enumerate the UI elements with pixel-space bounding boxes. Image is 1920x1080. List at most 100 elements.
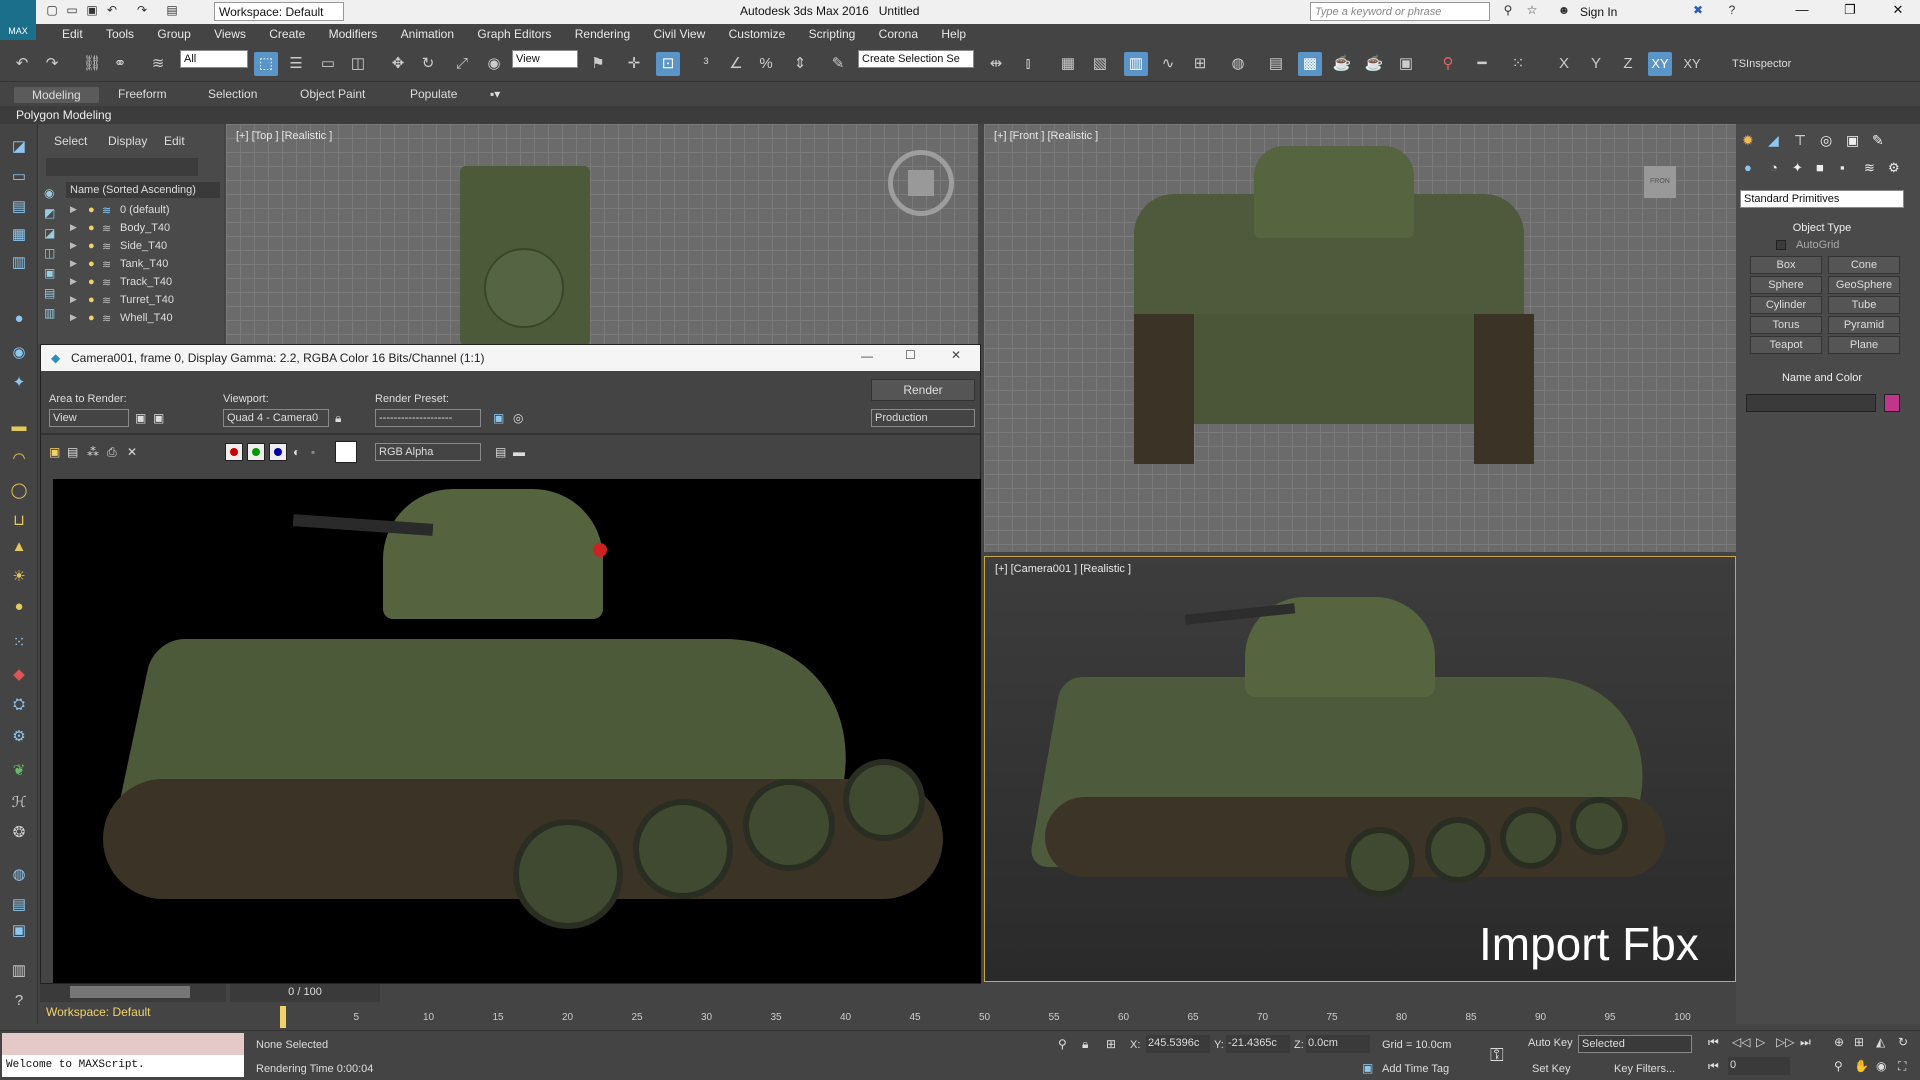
pan-icon[interactable]: ✋ [1854, 1059, 1869, 1073]
time-tag-icon[interactable]: ▣ [1362, 1061, 1373, 1075]
menu-help[interactable]: Help [931, 24, 976, 41]
motion-icon[interactable]: ▦ [8, 224, 30, 246]
polygon-modeling-label[interactable]: Polygon Modeling [16, 108, 111, 122]
filter-warps-icon[interactable]: ▥ [44, 306, 55, 320]
spinner-snap-icon[interactable]: ⇕ [788, 52, 812, 76]
lock-selection-icon[interactable]: 🔒︎ [1082, 1037, 1088, 1052]
user-icon[interactable]: ☻ [1556, 3, 1572, 19]
rect-selection-icon[interactable]: ▭ [316, 52, 340, 76]
render-preset-dropdown[interactable]: -------------------- [375, 409, 481, 427]
select-manipulate-icon[interactable]: ✛ [622, 52, 646, 76]
maxscript-listener-top[interactable] [2, 1033, 244, 1055]
box-button[interactable]: Box [1750, 256, 1822, 274]
viewport-dropdown[interactable]: Quad 4 - Camera0 [223, 409, 329, 427]
absolute-mode-icon[interactable]: ⊞ [1106, 1037, 1116, 1051]
current-frame-marker[interactable] [280, 1006, 286, 1028]
search-input[interactable]: Type a keyword or phrase [1310, 2, 1490, 21]
print-icon[interactable]: ⎙ [107, 445, 117, 460]
edit-named-sel-icon[interactable]: ✎ [826, 52, 850, 76]
key-icon[interactable]: ⚿ [1490, 1045, 1504, 1066]
object-color-swatch[interactable] [1884, 394, 1900, 412]
axis-y-button[interactable]: Y [1584, 52, 1608, 76]
spacewarps-icon[interactable]: ≋ [1864, 160, 1875, 176]
modify-icon[interactable]: ▭ [8, 166, 30, 188]
layer-row[interactable]: ▶ ● ≋ Body_T40 [66, 220, 220, 238]
y-coordinate-field[interactable]: -21.4365c [1226, 1035, 1290, 1053]
area-to-render-dropdown[interactable]: View [49, 409, 129, 427]
cylinder-button[interactable]: Cylinder [1750, 296, 1822, 314]
visibility-bulb-icon[interactable]: ● [88, 312, 95, 324]
blue-channel-toggle[interactable] [269, 443, 287, 461]
expand-arrow-icon[interactable]: ▶ [70, 222, 77, 233]
bind-spacewarp-icon[interactable]: ≋ [146, 52, 170, 76]
mirror-icon[interactable]: ⇹ [984, 52, 1008, 76]
visibility-bulb-icon[interactable]: ● [88, 222, 95, 234]
pyramid-button[interactable]: Pyramid [1828, 316, 1900, 334]
window-crossing-icon[interactable]: ◫ [346, 52, 370, 76]
display-icon[interactable]: ▥ [8, 252, 30, 274]
sphere-button[interactable]: Sphere [1750, 276, 1822, 294]
gear-icon[interactable]: ⚙ [8, 726, 30, 748]
menu-rendering[interactable]: Rendering [565, 24, 640, 41]
menu-edit[interactable]: Edit [52, 24, 93, 41]
lights-icon[interactable]: ✦ [1792, 160, 1803, 176]
menu-animation[interactable]: Animation [391, 24, 464, 41]
x-coordinate-field[interactable]: 245.5396c [1146, 1035, 1210, 1053]
mono-toggle-icon[interactable]: ▪ [311, 445, 315, 459]
object-name-input[interactable] [1746, 394, 1876, 412]
undo-icon[interactable]: ↶ [104, 3, 120, 19]
layer-row[interactable]: ▶ ● ≋ Tank_T40 [66, 256, 220, 274]
render-production-icon[interactable]: ☕ [1330, 52, 1354, 76]
z-coordinate-field[interactable]: 0.0cm [1306, 1035, 1370, 1053]
sign-in-button[interactable]: Sign In [1580, 5, 1617, 19]
scene-scrollbar[interactable] [40, 984, 226, 1002]
motion-tab-icon[interactable]: ◎ [1820, 132, 1832, 149]
zoom-all-icon[interactable]: ⊞ [1854, 1035, 1864, 1049]
particles-icon[interactable]: ⁙ [8, 632, 30, 654]
bowl-icon[interactable]: ⊔ [8, 510, 30, 532]
menu-civil-view[interactable]: Civil View [643, 24, 715, 41]
axis-xy-button[interactable]: XY [1648, 52, 1672, 76]
modify-tab-icon[interactable]: ◢ [1768, 132, 1779, 149]
app-logo[interactable]: MAX [0, 0, 36, 40]
binoculars-icon[interactable]: ⚲ [1500, 3, 1516, 19]
environment-icon[interactable]: ◎ [513, 411, 523, 425]
shape-icon[interactable]: ▬ [8, 416, 30, 438]
timeline-track[interactable]: 5 10 15 20 25 30 35 40 45 50 55 60 65 70 75 80 85 90 95 100 [224, 1004, 1696, 1030]
help-circle-icon[interactable]: ? [8, 990, 30, 1012]
shapes-icon[interactable]: ◔ [1770, 160, 1778, 175]
rotate-icon[interactable]: ↻ [416, 52, 440, 76]
expand-arrow-icon[interactable]: ▶ [70, 276, 77, 287]
add-time-tag-button[interactable]: Add Time Tag [1382, 1063, 1449, 1075]
viewport-camera-label[interactable]: [+] [Camera001 ] [Realistic ] [995, 563, 1131, 575]
render-activeshade-icon[interactable]: ▣ [1394, 52, 1418, 76]
expand-arrow-icon[interactable]: ▶ [70, 294, 77, 305]
render-iterative-icon[interactable]: ☕ [1362, 52, 1386, 76]
helpers-icon[interactable]: ▪ [1840, 160, 1845, 175]
new-file-icon[interactable]: ▢ [44, 3, 60, 19]
axis-x-button[interactable]: X [1552, 52, 1576, 76]
maxscript-input[interactable]: Welcome to MAXScript. [2, 1055, 244, 1077]
globe-icon[interactable]: ◍ [8, 864, 30, 886]
graphite-ribbon-icon[interactable]: ▥ [1124, 52, 1148, 76]
disc-icon[interactable]: ● [8, 596, 30, 618]
visibility-bulb-icon[interactable]: ● [88, 294, 95, 306]
object-type-rollout[interactable]: Object Type [1740, 222, 1904, 236]
time-slider[interactable]: 0 / 100 [230, 984, 380, 1002]
go-to-end-icon[interactable]: ⏭ [1800, 1035, 1811, 1050]
scene-tab-select[interactable]: Select [54, 134, 87, 148]
menu-modifiers[interactable]: Modifiers [319, 24, 388, 41]
viewport-camera[interactable]: [+] [Camera001 ] [Realistic ] Import Fbx [984, 556, 1736, 982]
red-channel-toggle[interactable] [225, 443, 243, 461]
next-frame-icon[interactable]: ▷▷ [1776, 1035, 1794, 1049]
expand-arrow-icon[interactable]: ▶ [70, 240, 77, 251]
scale-icon[interactable]: ⤢ [450, 52, 474, 76]
viewcube[interactable] [908, 170, 934, 196]
render-window-titlebar[interactable]: Camera001, frame 0, Display Gamma: 2.2, … [41, 345, 980, 371]
sphere-icon[interactable]: ◯ [8, 480, 30, 502]
hierarchy-icon[interactable]: ▤ [8, 196, 30, 218]
expand-arrow-icon[interactable]: ▶ [70, 204, 77, 215]
menu-scripting[interactable]: Scripting [799, 24, 866, 41]
hair-icon[interactable]: ℋ [8, 792, 30, 814]
tape-icon[interactable]: ━ [1470, 52, 1494, 76]
